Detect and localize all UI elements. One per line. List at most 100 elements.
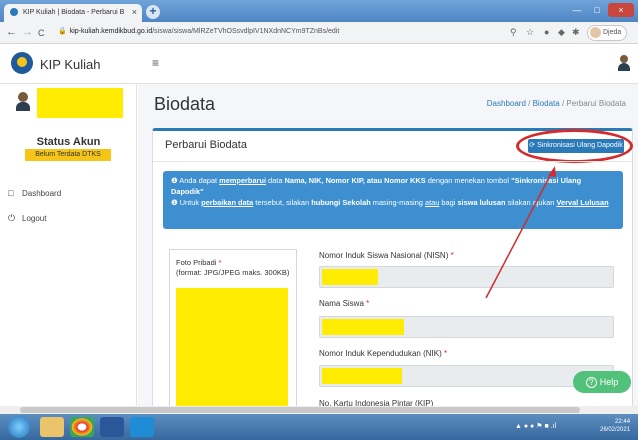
sidebar-item-logout[interactable]: ⏻ Logout xyxy=(8,213,46,224)
help-button[interactable]: ? Help xyxy=(573,371,631,393)
nama-field[interactable] xyxy=(319,316,614,338)
star-icon[interactable]: ☆ xyxy=(526,27,534,38)
alert-link[interactable]: Verval Lulusan xyxy=(556,198,608,207)
zoom-icon[interactable]: ⚲ xyxy=(510,27,517,38)
app-header: KIP Kuliah ≡ xyxy=(0,44,638,84)
alert-bold: hubungi Sekolah xyxy=(311,198,371,207)
puzzle-icon[interactable]: ✱ xyxy=(572,27,580,38)
scrollbar-thumb[interactable] xyxy=(20,407,580,413)
browser-titlebar: KIP Kuliah | Biodata - Perbarui B × + — … xyxy=(0,0,638,22)
chrome-icon[interactable] xyxy=(70,417,94,437)
nisn-field[interactable] xyxy=(319,266,614,288)
reload-icon[interactable]: C xyxy=(38,28,45,38)
clock-date: 26/02/2021 xyxy=(600,427,631,433)
required-mark: * xyxy=(443,349,448,358)
profile-button[interactable]: Djeda xyxy=(587,25,628,41)
sidebar-item-dashboard[interactable]: □ Dashboard xyxy=(8,188,61,198)
alert-text: tersebut, silakan xyxy=(253,198,312,207)
status-title: Status Akun xyxy=(36,136,101,148)
field-label-text: Nomor Induk Siswa Nasional (NISN) xyxy=(319,251,449,260)
url-field[interactable]: 🔒 kip-kuliah.kemdikbud.go.id/siswa/siswa/… xyxy=(58,27,339,35)
nik-value-redacted xyxy=(322,368,402,384)
photo-label-text: Foto Pribadi xyxy=(176,258,217,267)
tab-title: KIP Kuliah | Biodata - Perbarui B xyxy=(22,8,125,16)
profile-avatar xyxy=(590,26,601,38)
close-window-button[interactable]: × xyxy=(608,3,634,17)
maximize-button[interactable]: □ xyxy=(588,3,606,17)
photo-redacted xyxy=(176,288,288,412)
menu-toggle-icon[interactable]: ≡ xyxy=(152,56,159,70)
start-button[interactable] xyxy=(8,416,30,438)
nisn-value-redacted xyxy=(322,269,378,285)
tab-close-icon[interactable]: × xyxy=(132,7,137,17)
status-badge: Belum Terdata DTKS xyxy=(25,149,111,161)
info-icon: ❶ xyxy=(171,176,178,185)
alert-text: Untuk xyxy=(179,198,202,207)
extension-icon[interactable]: ● xyxy=(544,27,549,37)
card-title: Perbarui Biodata xyxy=(165,139,247,151)
nisn-label: Nomor Induk Siswa Nasional (NISN) * xyxy=(319,251,454,260)
new-tab-button[interactable]: + xyxy=(146,5,160,19)
alert-text: bagi xyxy=(439,198,458,207)
favicon-icon xyxy=(10,8,18,16)
kip-logo xyxy=(11,52,33,74)
clock-time: 22:44 xyxy=(615,419,631,425)
user-avatar-icon xyxy=(16,92,30,112)
browser-taskbar-icon[interactable] xyxy=(130,417,154,437)
user-name-redacted xyxy=(37,88,123,118)
alert-link[interactable]: memperbarui xyxy=(219,176,266,185)
annotation-circle xyxy=(516,129,633,163)
alert-link[interactable]: atau xyxy=(425,198,439,207)
card-divider xyxy=(153,161,632,162)
breadcrumb-dashboard[interactable]: Dashboard xyxy=(487,99,526,108)
back-icon[interactable]: ← xyxy=(6,26,17,38)
photo-label: Foto Pribadi * (format: JPG/JPEG maks. 3… xyxy=(176,258,289,278)
sidebar: Status Akun Belum Terdata DTKS □ Dashboar… xyxy=(0,84,137,406)
alert-text: dengan menekan tombol xyxy=(425,176,512,185)
monitor-icon: □ xyxy=(8,188,14,198)
field-label-text: Nomor Induk Kependudukan (NIK) xyxy=(319,349,442,358)
nama-value-redacted xyxy=(322,319,404,335)
browser-tab[interactable]: KIP Kuliah | Biodata - Perbarui B × xyxy=(4,4,142,22)
user-menu-icon[interactable] xyxy=(618,55,630,71)
minimize-button[interactable]: — xyxy=(568,3,586,17)
alert-text: Anda dapat xyxy=(179,176,220,185)
alert-link[interactable]: perbaikan data xyxy=(201,198,253,207)
main-content: Biodata Dashboard / Biodata / Perbarui B… xyxy=(138,84,638,412)
required-mark: * xyxy=(450,251,454,260)
clock[interactable]: 22:44 26/02/2021 xyxy=(600,418,630,434)
windows-taskbar: ▲ ● ● ⚑ ■ .ıl 22:44 26/02/2021 xyxy=(0,414,638,440)
breadcrumb-current: Perbarui Biodata xyxy=(566,99,626,108)
extension-icon[interactable]: ◆ xyxy=(558,27,565,38)
photo-format-text: (format: JPG/JPEG maks. 300KB) xyxy=(176,268,290,277)
help-icon: ? xyxy=(585,377,597,388)
sidebar-item-label: Dashboard xyxy=(22,189,62,198)
sidebar-item-label: Logout xyxy=(22,214,47,223)
alert-text: masing-masing xyxy=(370,198,425,207)
breadcrumb: Dashboard / Biodata / Perbarui Biodata xyxy=(486,99,626,108)
alert-line-1: ❶ Anda dapat memperbarui data Nama, NIK,… xyxy=(171,175,615,197)
biodata-card: Perbarui Biodata ⟳ Sinkronisasi Ulang Da… xyxy=(152,128,633,412)
url-path: /siswa/siswa/MlRZeTVhOSsvdlpIV1NXdnNCYm9… xyxy=(152,28,340,35)
page-title: Biodata xyxy=(154,94,216,114)
brand-title[interactable]: KIP Kuliah xyxy=(40,57,100,72)
forward-icon[interactable]: → xyxy=(22,26,33,38)
power-icon: ⏻ xyxy=(8,213,16,223)
profile-name: Djeda xyxy=(603,29,622,36)
breadcrumb-biodata[interactable]: Biodata xyxy=(533,99,560,108)
alert-text: data xyxy=(266,176,285,185)
system-tray[interactable]: ▲ ● ● ⚑ ■ .ıl xyxy=(515,422,556,430)
nama-label: Nama Siswa * xyxy=(319,299,369,308)
alert-text: silakan ajukan xyxy=(505,198,557,207)
nik-field[interactable] xyxy=(319,365,614,387)
photo-upload[interactable]: Foto Pribadi * (format: JPG/JPEG maks. 3… xyxy=(169,249,297,412)
file-explorer-icon[interactable] xyxy=(40,417,64,437)
help-label: Help xyxy=(599,377,619,387)
horizontal-scrollbar[interactable] xyxy=(0,406,638,414)
info-alert: ❶ Anda dapat memperbarui data Nama, NIK,… xyxy=(163,171,623,229)
alert-bold: Nama, NIK, Nomor KIP, atau Nomor KKS xyxy=(284,176,426,185)
info-icon: ❶ xyxy=(171,198,178,207)
word-icon[interactable] xyxy=(100,417,124,437)
url-domain: kip-kuliah.kemdikbud.go.id xyxy=(69,28,153,35)
lock-icon: 🔒 xyxy=(58,28,67,35)
